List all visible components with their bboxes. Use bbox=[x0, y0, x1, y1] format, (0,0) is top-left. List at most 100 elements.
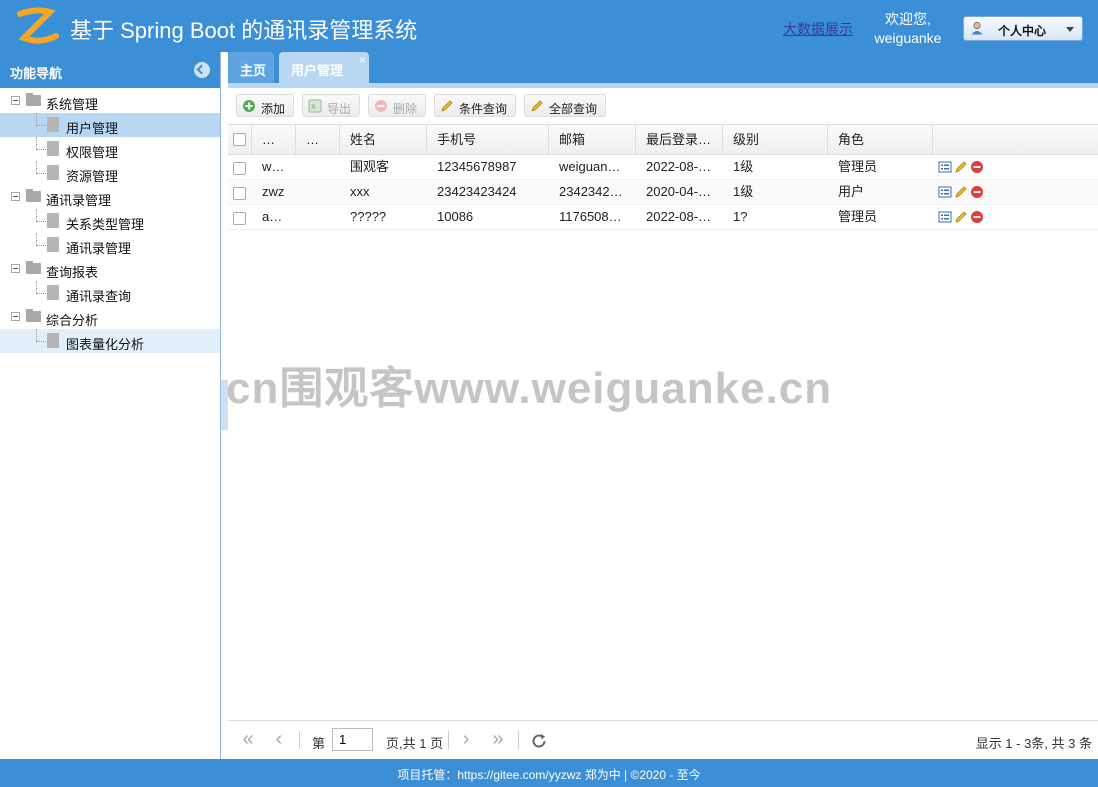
tree-item-user-management[interactable]: 用户管理 bbox=[0, 113, 220, 137]
tree-item-contacts-query[interactable]: 通讯录查询 bbox=[0, 281, 220, 305]
column-header[interactable]: … bbox=[296, 125, 340, 154]
row-checkbox[interactable] bbox=[233, 162, 246, 175]
table-cell bbox=[296, 205, 340, 229]
detail-icon[interactable] bbox=[938, 160, 952, 174]
tab-user-management[interactable]: 用户管理 × bbox=[279, 52, 369, 88]
tree-item-permission-management[interactable]: 权限管理 bbox=[0, 137, 220, 161]
tree-node-label: 综合分析 bbox=[46, 313, 99, 328]
table-cell-role: 管理员 bbox=[838, 159, 878, 174]
collapse-toggle-icon[interactable] bbox=[11, 312, 20, 321]
collapse-toggle-icon[interactable] bbox=[11, 192, 20, 201]
tree-item-chart-analysis[interactable]: 图表量化分析 bbox=[0, 329, 220, 353]
column-header[interactable]: … bbox=[252, 125, 296, 154]
tree-item-contacts-management[interactable]: 通讯录管理 bbox=[0, 233, 220, 257]
table-cell-level: 1? bbox=[733, 209, 748, 224]
condition-query-button[interactable]: 条件查询 bbox=[434, 94, 516, 117]
select-all-checkbox[interactable] bbox=[233, 133, 246, 146]
file-icon bbox=[47, 117, 59, 132]
tab-label: 主页 bbox=[240, 63, 267, 78]
column-header-name[interactable]: 姓名 bbox=[340, 125, 427, 154]
all-query-button[interactable]: 全部查询 bbox=[524, 94, 606, 117]
delete-button[interactable]: 删除 bbox=[368, 94, 426, 117]
excel-export-icon: X bbox=[308, 99, 322, 113]
page-number-input[interactable] bbox=[332, 728, 373, 751]
footer-text: 项目托管：https://gitee.com/yyzwz 郑为中 | ©2020… bbox=[397, 768, 701, 782]
file-icon bbox=[47, 165, 59, 180]
delete-icon[interactable] bbox=[970, 160, 984, 174]
bigdata-display-link[interactable]: 大数据展示 bbox=[783, 19, 853, 39]
tree-node-analysis[interactable]: 综合分析 bbox=[0, 305, 220, 329]
grid-header: … … 姓名 手机号 邮箱 最后登录… 级别 角色 bbox=[228, 125, 1098, 155]
export-button-label: 导出 bbox=[327, 102, 352, 116]
tree-node-contacts[interactable]: 通讯录管理 bbox=[0, 185, 220, 209]
add-button-label: 添加 bbox=[261, 102, 286, 116]
delete-icon[interactable] bbox=[970, 185, 984, 199]
tree-item-resource-management[interactable]: 资源管理 bbox=[0, 161, 220, 185]
table-cell-name: 围观客 bbox=[350, 159, 390, 174]
table-cell-email: 1176508… bbox=[559, 209, 622, 224]
tree-node-system[interactable]: 系统管理 bbox=[0, 89, 220, 113]
username-text: weiguanke bbox=[874, 30, 942, 46]
file-icon bbox=[47, 285, 59, 300]
table-cell-name: ????? bbox=[350, 209, 387, 224]
tree-item-label: 资源管理 bbox=[66, 169, 119, 184]
tree-item-label: 关系类型管理 bbox=[66, 217, 145, 232]
refresh-icon[interactable] bbox=[530, 732, 548, 750]
table-cell: a… bbox=[262, 209, 283, 224]
user-icon bbox=[971, 21, 983, 35]
user-center-menu-button[interactable]: 个人中心 bbox=[963, 16, 1083, 41]
table-cell-last-login: 2022-08-… bbox=[646, 209, 712, 224]
table-cell bbox=[296, 155, 340, 179]
add-icon bbox=[243, 100, 255, 112]
column-header-phone[interactable]: 手机号 bbox=[427, 125, 549, 154]
table-row[interactable]: w… 围观客 12345678987 weiguan… 2022-08-… 1级… bbox=[228, 155, 1098, 180]
detail-icon[interactable] bbox=[938, 210, 952, 224]
pagination-bar: « ‹ 第 页,共 1 页 › » 显示 1 - 3条, 共 3 条 bbox=[228, 720, 1098, 759]
folder-icon bbox=[26, 309, 41, 322]
tree-item-relation-type-management[interactable]: 关系类型管理 bbox=[0, 209, 220, 233]
column-header-email[interactable]: 邮箱 bbox=[549, 125, 636, 154]
tab-home[interactable]: 主页 bbox=[228, 52, 274, 83]
row-checkbox[interactable] bbox=[233, 187, 246, 200]
close-tab-icon[interactable]: × bbox=[359, 53, 366, 67]
edit-icon[interactable] bbox=[954, 160, 968, 174]
table-cell-phone: 10086 bbox=[437, 209, 474, 224]
detail-icon[interactable] bbox=[938, 185, 952, 199]
sidebar-splitter-handle[interactable] bbox=[221, 380, 228, 430]
table-cell-role: 管理员 bbox=[838, 209, 878, 224]
tree-item-label: 权限管理 bbox=[66, 145, 119, 160]
collapse-sidebar-icon[interactable] bbox=[194, 62, 210, 78]
export-button[interactable]: X 导出 bbox=[302, 94, 360, 117]
add-button[interactable]: 添加 bbox=[236, 94, 294, 117]
table-cell-last-login: 2020-04-… bbox=[646, 184, 712, 199]
tabs-bar: 主页 用户管理 × bbox=[228, 52, 1098, 88]
column-header-last-login[interactable]: 最后登录… bbox=[636, 125, 723, 154]
tree-item-label: 通讯录查询 bbox=[66, 289, 132, 304]
next-page-icon[interactable]: › bbox=[456, 729, 476, 750]
tree-item-label: 通讯录管理 bbox=[66, 241, 132, 256]
collapse-toggle-icon[interactable] bbox=[11, 264, 20, 273]
table-cell: w… bbox=[262, 159, 285, 174]
tree-item-label: 用户管理 bbox=[66, 121, 119, 136]
table-cell-email: 2342342… bbox=[559, 184, 623, 199]
sidebar-header: 功能导航 bbox=[0, 52, 220, 88]
user-center-label: 个人中心 bbox=[998, 24, 1047, 38]
delete-icon[interactable] bbox=[970, 210, 984, 224]
column-header-level[interactable]: 级别 bbox=[723, 125, 828, 154]
all-query-label: 全部查询 bbox=[549, 102, 598, 116]
row-checkbox[interactable] bbox=[233, 212, 246, 225]
last-page-icon[interactable]: » bbox=[488, 729, 508, 750]
table-cell-phone: 23423423424 bbox=[437, 184, 517, 199]
edit-icon[interactable] bbox=[954, 185, 968, 199]
folder-icon bbox=[26, 261, 41, 274]
first-page-icon[interactable]: « bbox=[238, 729, 258, 750]
table-row[interactable]: a… ????? 10086 1176508… 2022-08-… 1? 管理员 bbox=[228, 205, 1098, 230]
tree-node-label: 通讯录管理 bbox=[46, 193, 112, 208]
table-row[interactable]: zwz xxx 23423423424 2342342… 2020-04-… 1… bbox=[228, 180, 1098, 205]
edit-icon[interactable] bbox=[954, 210, 968, 224]
prev-page-icon[interactable]: ‹ bbox=[269, 729, 289, 750]
column-header-role[interactable]: 角色 bbox=[828, 125, 933, 154]
folder-icon bbox=[26, 189, 41, 202]
tree-node-query-report[interactable]: 查询报表 bbox=[0, 257, 220, 281]
collapse-toggle-icon[interactable] bbox=[11, 96, 20, 105]
